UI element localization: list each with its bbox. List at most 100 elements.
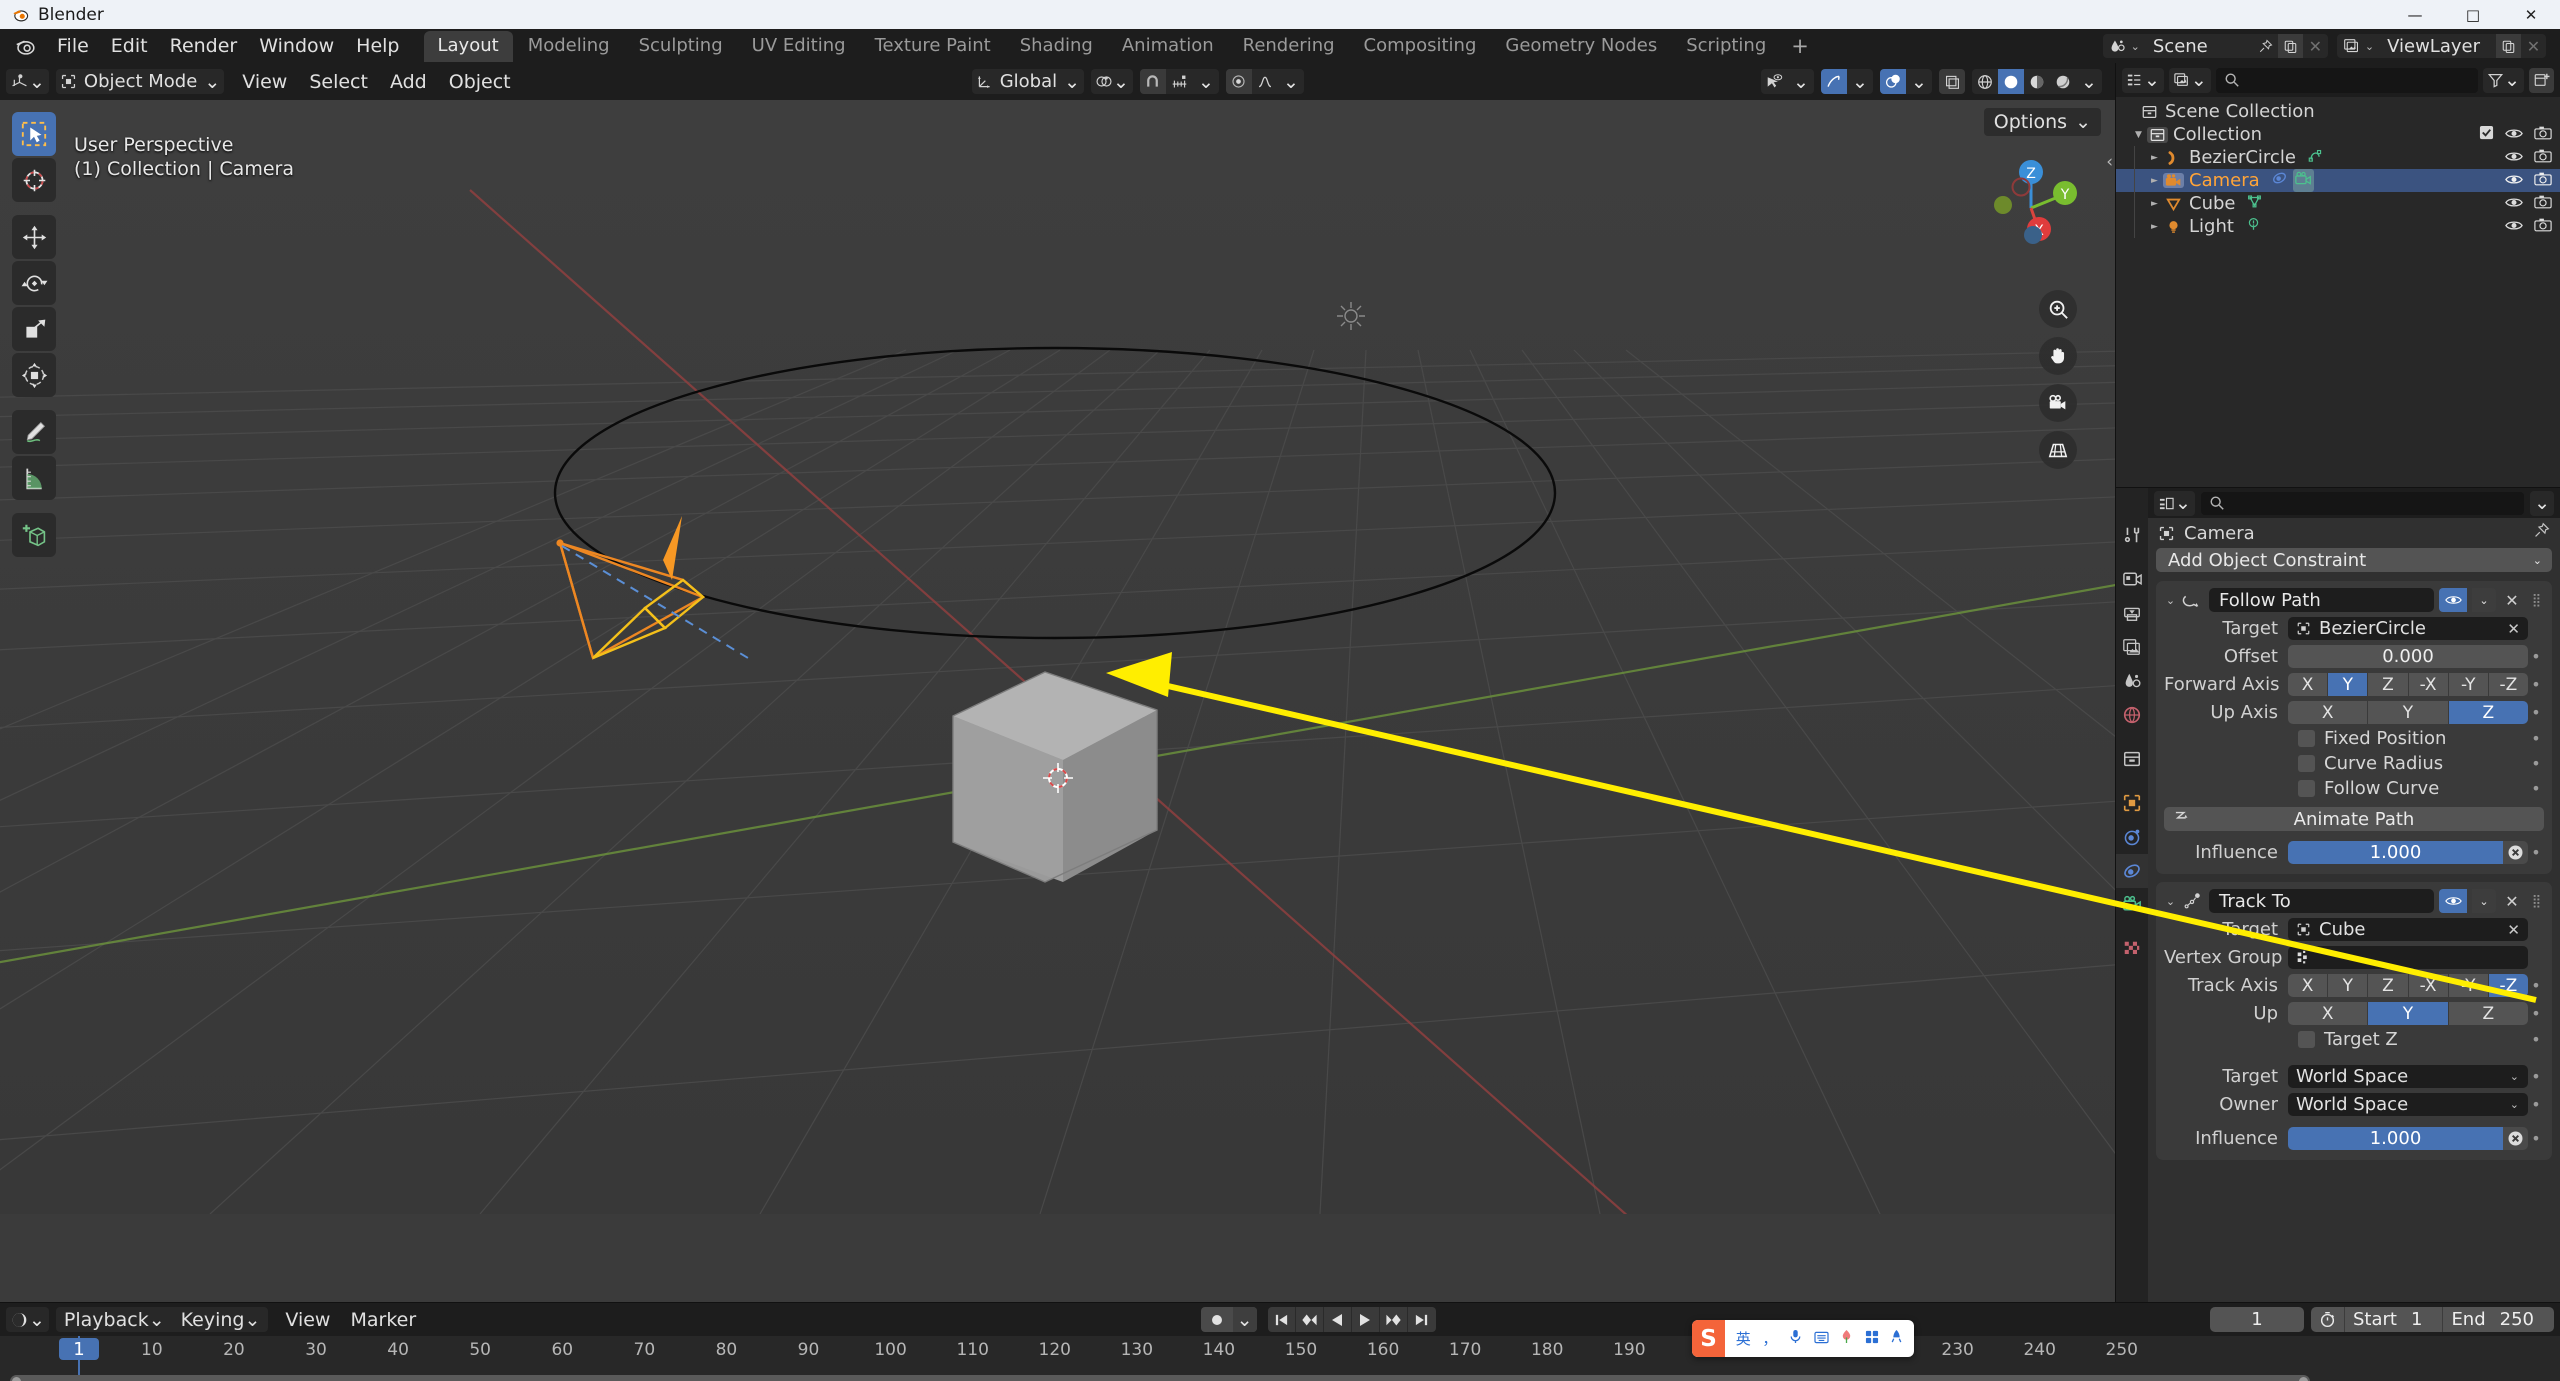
shading-dropdown[interactable]: ⌄ [2076, 69, 2102, 94]
pin-icon[interactable] [2533, 522, 2550, 544]
falloff-curve-selector[interactable] [1252, 69, 1278, 94]
show-gizmo-button[interactable] [1761, 69, 1788, 94]
tab-geometry-nodes[interactable]: Geometry Nodes [1491, 31, 1671, 62]
influence-clear-button[interactable] [2503, 841, 2528, 864]
influence-clear-button[interactable] [2503, 1127, 2528, 1150]
gizmo-dropdown[interactable]: ⌄ [1788, 69, 1814, 94]
ime-toolbar[interactable]: S 英 ， [1692, 1320, 1914, 1357]
tab-layout[interactable]: Layout [423, 30, 513, 62]
stopwatch-icon[interactable] [2311, 1311, 2344, 1328]
snap-target-selector[interactable] [1166, 69, 1193, 94]
properties-tab-tool[interactable] [2116, 518, 2148, 552]
eye-icon[interactable] [2505, 170, 2523, 191]
camera-render-icon[interactable] [2534, 147, 2552, 168]
animate-path-button[interactable]: Animate Path [2164, 807, 2544, 831]
tweak-tool[interactable] [12, 112, 56, 156]
menu-help[interactable]: Help [345, 33, 410, 60]
add-cube-tool[interactable] [12, 513, 56, 557]
camera-render-icon[interactable] [2534, 124, 2552, 145]
maximize-button[interactable]: □ [2444, 0, 2502, 29]
expand-triangle[interactable]: ▼ [2130, 130, 2147, 140]
mesh-data-icon[interactable] [2246, 193, 2263, 214]
tab-sculpting[interactable]: Sculpting [625, 31, 737, 62]
outliner-row-camera[interactable]: ► Camera [2116, 169, 2560, 192]
up-axis-z[interactable]: Z [2448, 701, 2528, 724]
camera-render-icon[interactable] [2534, 193, 2552, 214]
shading-rendered-button[interactable] [2050, 69, 2076, 94]
overlays-dropdown[interactable]: ⌄ [1847, 69, 1873, 94]
curve-data-icon[interactable] [2307, 147, 2324, 168]
timeline-menu-playback[interactable]: Playback ⌄ [56, 1307, 173, 1332]
constraint-delete-button[interactable]: ✕ [2501, 591, 2523, 610]
constraint-extras-dropdown[interactable]: ⌄ [2472, 889, 2496, 913]
collection-checkbox[interactable] [2479, 124, 2494, 145]
proportional-edit-toggle[interactable] [1225, 69, 1252, 94]
camera-object[interactable] [520, 480, 750, 660]
forward-axis-neg-x[interactable]: -X [2408, 673, 2449, 696]
remove-viewlayer-button[interactable]: ✕ [2521, 34, 2546, 58]
up-x[interactable]: X [2288, 1002, 2369, 1025]
animate-property-dot[interactable]: • [2528, 1030, 2544, 1049]
expand-triangle[interactable]: ⌄ [2164, 895, 2177, 908]
constraint-header[interactable]: ⌄ Track To ⌄ ✕ ⣿ [2164, 888, 2544, 914]
snap-dropdown[interactable]: ⌄ [1193, 69, 1219, 94]
outliner-row-scene-collection[interactable]: Scene Collection [2116, 100, 2560, 123]
animate-property-dot[interactable]: • [2528, 843, 2544, 862]
viewlayer-selector[interactable]: ⌄ ViewLayer ✕ [2336, 34, 2546, 58]
tab-compositing[interactable]: Compositing [1350, 31, 1491, 62]
ime-tulip-icon[interactable] [1840, 1329, 1853, 1348]
forward-axis-y[interactable]: Y [2328, 673, 2369, 696]
play-reverse-button[interactable] [1324, 1307, 1352, 1332]
new-scene-button[interactable] [2277, 34, 2303, 58]
add-workspace-button[interactable]: + [1781, 34, 1819, 58]
clear-target-icon[interactable]: ✕ [2507, 921, 2520, 939]
jump-prev-keyframe-button[interactable] [1296, 1307, 1324, 1332]
timeline-menu-marker[interactable]: Marker [340, 1306, 426, 1334]
pan-button[interactable] [2039, 337, 2077, 375]
ime-apps-icon[interactable] [1865, 1330, 1879, 1348]
tab-uv-editing[interactable]: UV Editing [738, 31, 860, 62]
outliner-row-cube[interactable]: ► Cube [2116, 192, 2560, 215]
ime-language-label[interactable]: 英 [1736, 1328, 1751, 1349]
viewport-menu-object[interactable]: Object [438, 67, 522, 97]
expand-triangle[interactable]: ► [2146, 199, 2163, 209]
properties-tab-object-data[interactable] [2116, 888, 2148, 922]
light-object[interactable] [1335, 300, 1367, 332]
properties-tab-constraints[interactable] [2116, 854, 2148, 888]
animate-property-dot[interactable]: • [2528, 1129, 2544, 1148]
eye-icon[interactable] [2505, 193, 2523, 214]
expand-triangle[interactable]: ► [2146, 153, 2163, 163]
track-axis-neg-y[interactable]: -Y [2448, 974, 2489, 997]
drag-grip-icon[interactable]: ⣿ [2528, 895, 2544, 908]
properties-tab-output[interactable] [2116, 596, 2148, 630]
timeline-editor-type[interactable]: ⌄ [6, 1307, 49, 1332]
timeline-menu-view[interactable]: View [275, 1306, 340, 1334]
track-axis-neg-x[interactable]: -X [2408, 974, 2449, 997]
blender-menu-icon[interactable] [14, 35, 36, 57]
track-axis-y[interactable]: Y [2328, 974, 2369, 997]
track-axis-z[interactable]: Z [2368, 974, 2409, 997]
show-overlays-button[interactable] [1821, 69, 1847, 94]
properties-search-input[interactable] [2200, 491, 2525, 515]
animate-property-dot[interactable]: • [2528, 703, 2544, 722]
animate-property-dot[interactable]: • [2528, 976, 2544, 995]
properties-tab-object[interactable] [2116, 786, 2148, 820]
properties-tab-collection[interactable] [2116, 742, 2148, 776]
toggle-xray-button[interactable] [1880, 69, 1906, 94]
forward-axis-z[interactable]: Z [2368, 673, 2409, 696]
jump-next-keyframe-button[interactable] [1380, 1307, 1408, 1332]
tab-animation[interactable]: Animation [1108, 31, 1228, 62]
remove-scene-button[interactable]: ✕ [2303, 34, 2328, 58]
ime-punctuation-icon[interactable]: ， [1762, 1328, 1777, 1349]
animate-property-dot[interactable]: • [2528, 647, 2544, 666]
move-tool[interactable] [12, 215, 56, 259]
auto-keying-dropdown[interactable]: ⌄ [1232, 1307, 1257, 1332]
properties-tab-scene[interactable] [2116, 664, 2148, 698]
animate-property-dot[interactable]: • [2528, 675, 2544, 694]
fixed-position-checkbox[interactable] [2298, 730, 2315, 747]
expand-triangle[interactable]: ⌄ [2164, 594, 2177, 607]
frame-end-value[interactable]: 250 [2486, 1309, 2554, 1330]
timeline-ruler[interactable]: › 1 102030405060708090100110120130140150… [0, 1336, 2560, 1381]
timeline-menu-keying[interactable]: Keying ⌄ [173, 1307, 269, 1332]
constraint-name[interactable]: Track To [2209, 889, 2434, 913]
